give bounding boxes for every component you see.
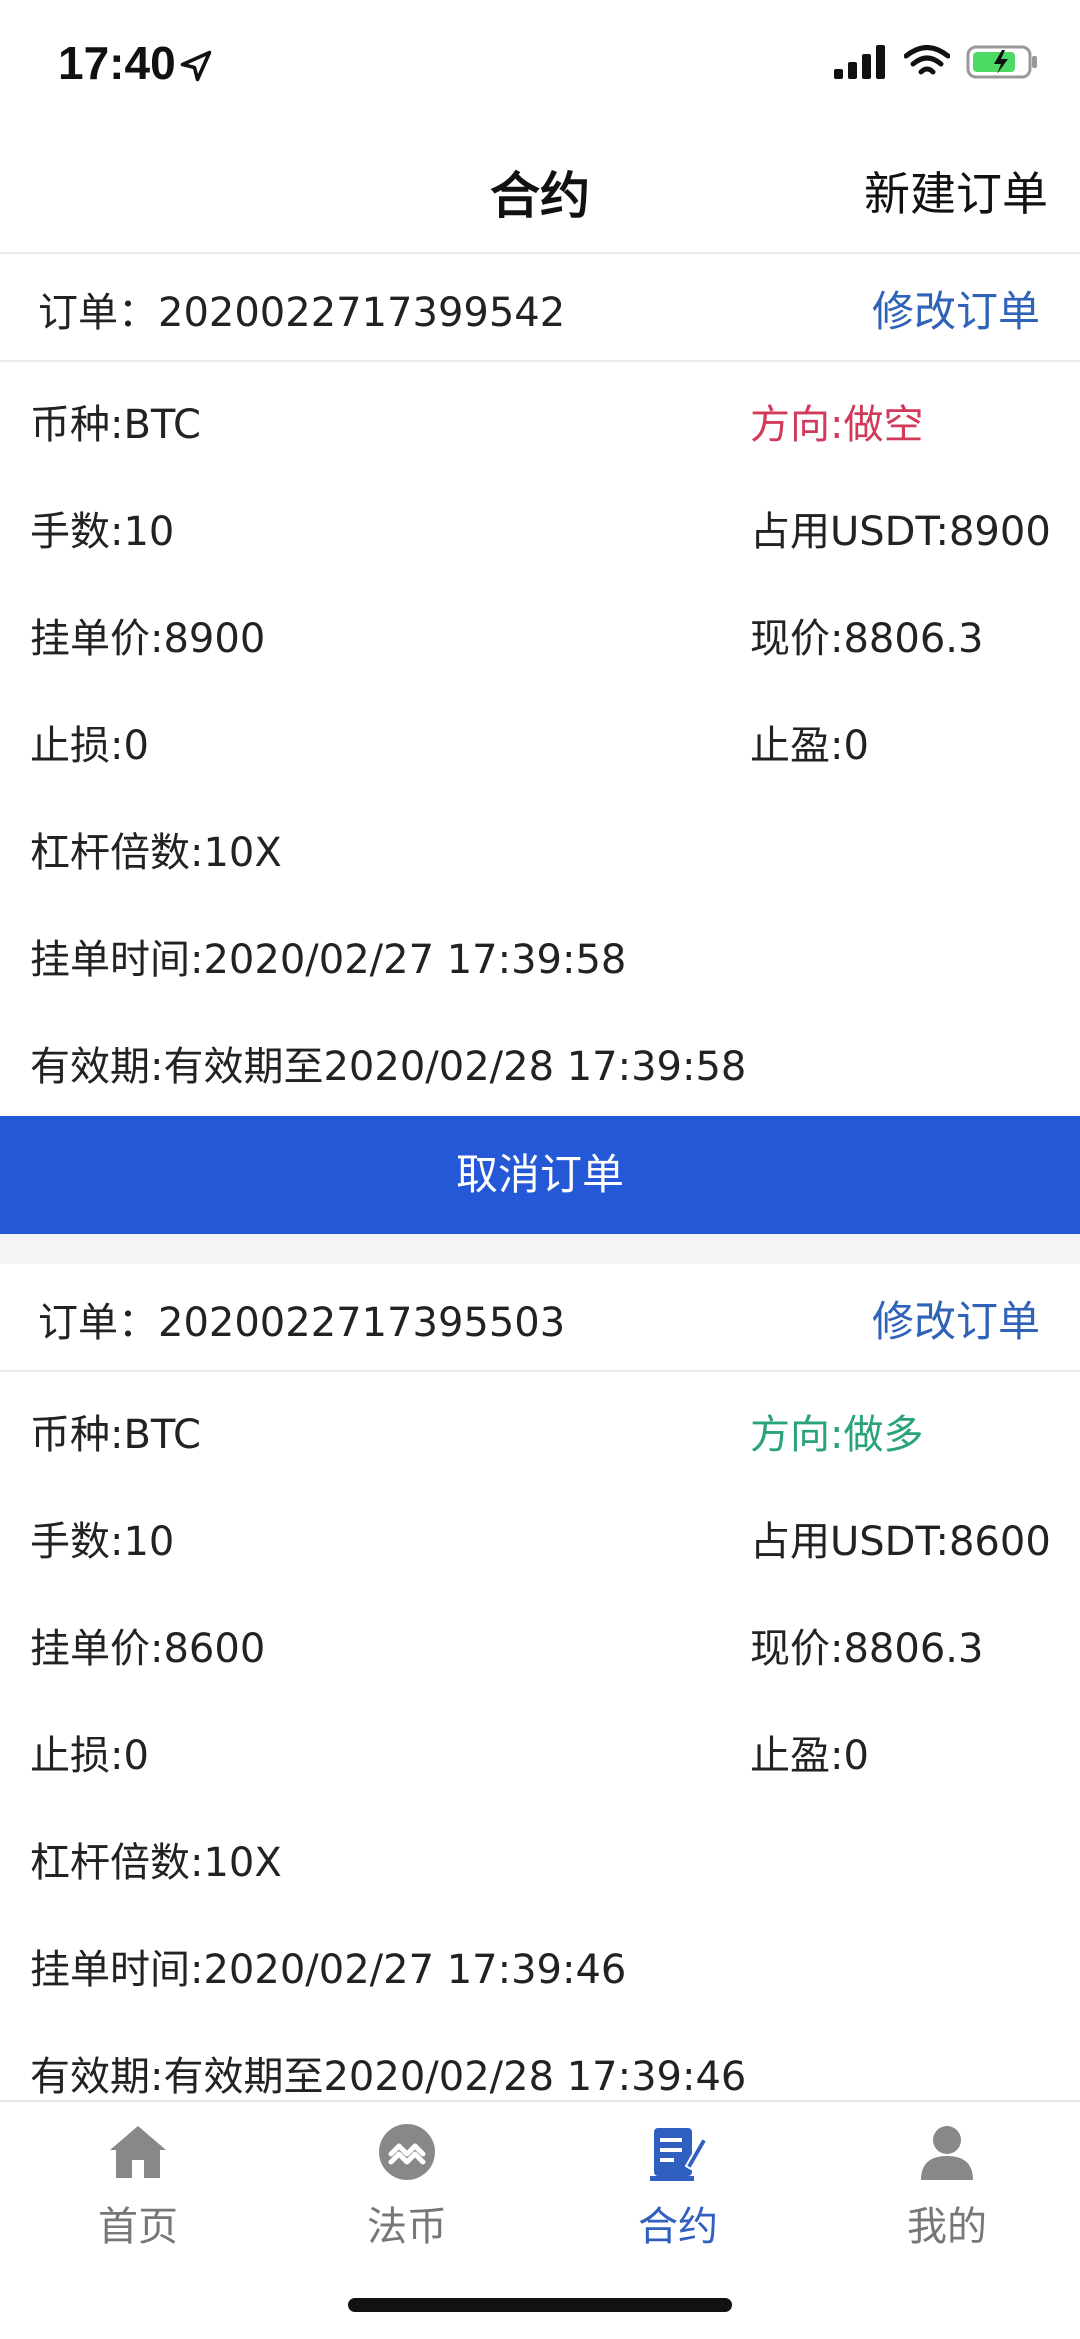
order-id: 订单：2020022717399542: [38, 290, 566, 336]
tab-home[interactable]: 首页: [3, 2120, 273, 2252]
tab-contract[interactable]: 合约: [543, 2120, 813, 2252]
status-time: 17:40: [58, 37, 176, 89]
order-row: 止损:0 止盈:0: [0, 683, 1080, 790]
validity: 有效期:有效期至2020/02/28 17:39:58: [30, 1044, 747, 1090]
current-price: 现价:8806.3: [750, 1626, 984, 1672]
order-card: 订单：2020022717399542 修改订单 币种:BTC 方向:做空 手数…: [0, 254, 1080, 1111]
battery-charging-icon: [966, 45, 1037, 79]
profile-icon: [921, 2126, 973, 2180]
order-row: 杠杆倍数:10X: [0, 1800, 1080, 1907]
status-bar: 17:40: [0, 0, 1080, 130]
edit-order-button[interactable]: 修改订单: [872, 1288, 1040, 1349]
fiat-icon: [379, 2124, 435, 2180]
leverage: 杠杆倍数:10X: [30, 1840, 282, 1886]
order-time: 挂单时间:2020/02/27 17:39:58: [30, 937, 627, 983]
order-row: 杠杆倍数:10X: [0, 790, 1080, 897]
tab-label: 首页: [98, 2204, 178, 2250]
signal-icon: [834, 45, 885, 79]
lots: 手数:10: [30, 509, 175, 555]
leverage: 杠杆倍数:10X: [30, 830, 282, 876]
contract-orders-screen: 17:40 合约 新建订单 订单：2020022717399542 修改订单 币…: [0, 0, 1080, 2339]
order-row: 挂单价:8600 现价:8806.3: [0, 1586, 1080, 1693]
stop-loss: 止损:0: [30, 1733, 149, 1779]
card-separator: [0, 1234, 1080, 1264]
order-row: 币种:BTC 方向:做多: [0, 1372, 1080, 1479]
usdt-occupied: 占用USDT:8900: [750, 509, 1051, 555]
order-price: 挂单价:8900: [30, 616, 266, 662]
lots: 手数:10: [30, 1519, 175, 1565]
order-card: 订单：2020022717395503 修改订单 币种:BTC 方向:做多 手数…: [0, 1264, 1080, 2121]
stop-loss: 止损:0: [30, 723, 149, 769]
tab-label: 法币: [367, 2204, 447, 2250]
take-profit: 止盈:0: [750, 1733, 869, 1779]
contract-icon: [650, 2128, 709, 2181]
order-header: 订单：2020022717395503 修改订单: [0, 1264, 1080, 1372]
order-row: 挂单价:8900 现价:8806.3: [0, 576, 1080, 683]
edit-order-button[interactable]: 修改订单: [872, 278, 1040, 339]
nav-bar: 合约 新建订单: [0, 130, 1080, 254]
coin-type: 币种:BTC: [30, 402, 201, 448]
order-price: 挂单价:8600: [30, 1626, 266, 1672]
new-order-button[interactable]: 新建订单: [864, 158, 1048, 224]
home-indicator: [348, 2298, 732, 2312]
validity: 有效期:有效期至2020/02/28 17:39:46: [30, 2054, 747, 2100]
order-id: 订单：2020022717395503: [38, 1300, 566, 1346]
current-price: 现价:8806.3: [750, 616, 984, 662]
tab-label: 合约: [638, 2204, 718, 2250]
order-time: 挂单时间:2020/02/27 17:39:46: [30, 1947, 627, 1993]
cancel-order-button[interactable]: 取消订单: [0, 1116, 1080, 1234]
order-row: 挂单时间:2020/02/27 17:39:58: [0, 897, 1080, 1004]
order-row: 币种:BTC 方向:做空: [0, 362, 1080, 469]
order-header: 订单：2020022717399542 修改订单: [0, 254, 1080, 362]
usdt-occupied: 占用USDT:8600: [750, 1519, 1051, 1565]
location-arrow-icon: [180, 50, 212, 82]
coin-type: 币种:BTC: [30, 1412, 201, 1458]
direction: 方向:做空: [750, 402, 924, 448]
wifi-icon: [904, 45, 950, 75]
order-row: 止损:0 止盈:0: [0, 1693, 1080, 1800]
order-row: 手数:10 占用USDT:8600: [0, 1479, 1080, 1586]
tab-profile[interactable]: 我的: [812, 2120, 1080, 2252]
order-row: 有效期:有效期至2020/02/28 17:39:58: [0, 1004, 1080, 1111]
home-icon: [110, 2126, 166, 2178]
tab-fiat[interactable]: 法币: [272, 2120, 542, 2252]
status-icons: [834, 44, 1040, 80]
take-profit: 止盈:0: [750, 723, 869, 769]
tab-label: 我的: [907, 2204, 987, 2250]
order-row: 手数:10 占用USDT:8900: [0, 469, 1080, 576]
order-row: 挂单时间:2020/02/27 17:39:46: [0, 1907, 1080, 2014]
direction: 方向:做多: [750, 1412, 924, 1458]
